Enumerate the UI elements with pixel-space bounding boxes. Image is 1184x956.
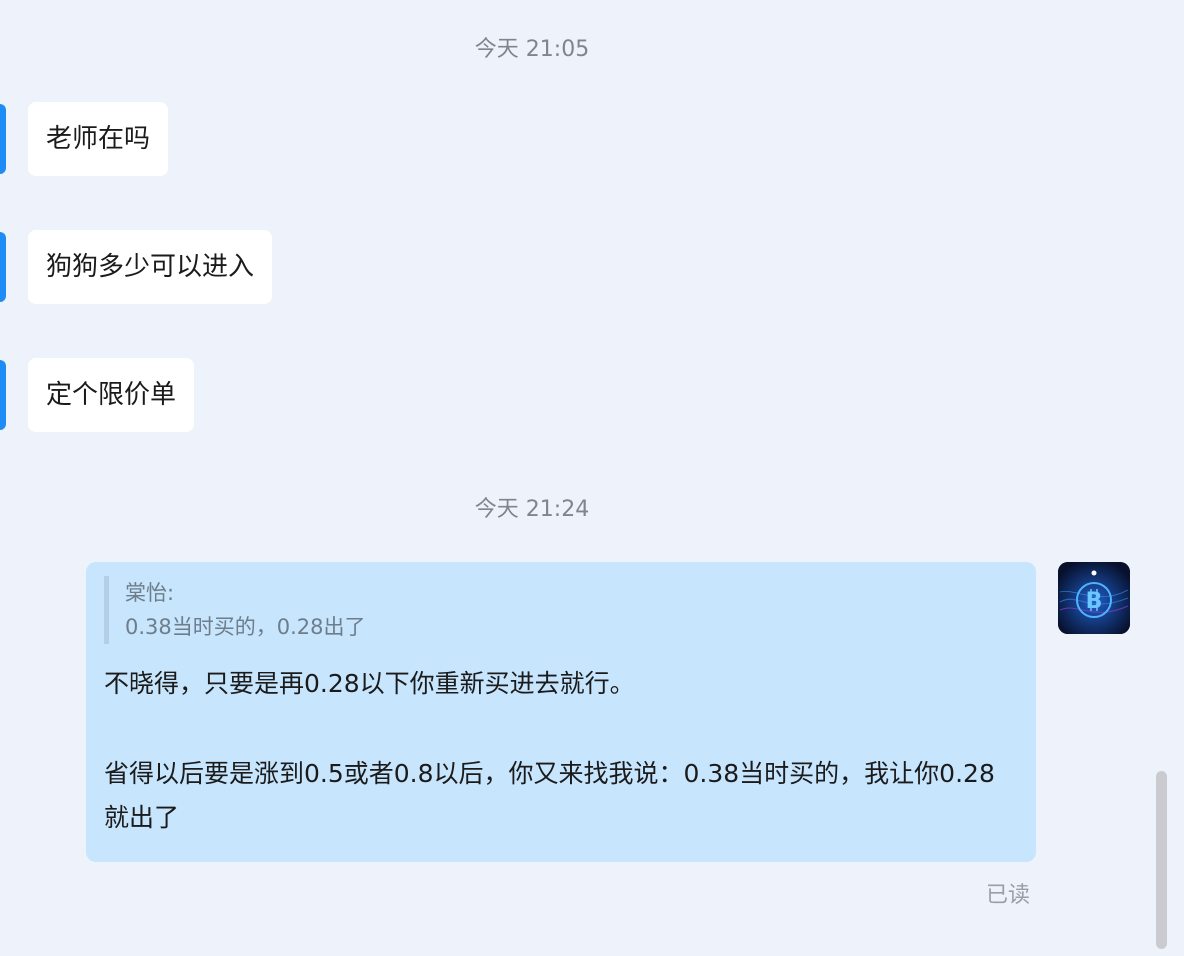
outgoing-message[interactable]: 棠怡: 0.38当时买的，0.28出了 不晓得，只要是再0.28以下你重新买进去… (86, 562, 1036, 862)
scrollbar-thumb[interactable] (1156, 771, 1167, 949)
sender-avatar[interactable] (0, 104, 6, 174)
chat-window: 今天 21:05 老师在吗 狗狗多少可以进入 定个限价单 今天 21:24 棠怡… (0, 0, 1184, 956)
quoted-message[interactable]: 棠怡: 0.38当时买的，0.28出了 (104, 576, 1018, 644)
quote-author: 棠怡: (125, 581, 175, 605)
quote-text: 0.38当时买的，0.28出了 (125, 615, 366, 639)
svg-text:B: B (1086, 589, 1103, 614)
bitcoin-logo-icon: B (1058, 562, 1130, 634)
incoming-message[interactable]: 定个限价单 (28, 358, 195, 432)
message-paragraph: 省得以后要是涨到0.5或者0.8以后，你又来找我说：0.38当时买的，我让你0.… (104, 759, 995, 832)
incoming-message[interactable]: 老师在吗 (28, 102, 169, 176)
my-avatar[interactable]: B (1058, 562, 1130, 634)
incoming-message[interactable]: 狗狗多少可以进入 (28, 230, 273, 304)
read-status: 已读 (986, 883, 1031, 908)
sender-avatar[interactable] (0, 360, 6, 430)
timestamp: 今天 21:05 (474, 37, 590, 62)
message-paragraph: 不晓得，只要是再0.28以下你重新买进去就行。 (104, 669, 635, 698)
timestamp: 今天 21:24 (474, 497, 590, 522)
sender-avatar[interactable] (0, 232, 6, 302)
